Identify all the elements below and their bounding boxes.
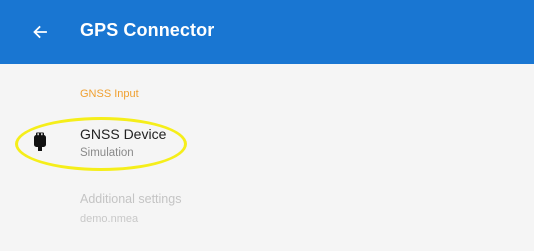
settings-content: GNSS Input GNSS Device Simulation Additi… <box>0 64 534 251</box>
additional-settings-summary: demo.nmea <box>80 213 139 225</box>
app-bar: GPS Connector <box>0 0 534 64</box>
gnss-device-summary: Simulation <box>80 147 134 159</box>
back-button[interactable] <box>26 18 54 46</box>
additional-settings-title: Additional settings <box>80 192 182 206</box>
additional-settings-preference: Additional settings demo.nmea <box>0 184 534 236</box>
gnss-device-icon <box>34 132 46 151</box>
section-header-gnss-input: GNSS Input <box>80 88 139 100</box>
gnss-device-preference[interactable]: GNSS Device Simulation <box>0 118 534 170</box>
arrow-back-icon <box>33 25 47 39</box>
page-title: GPS Connector <box>80 20 215 40</box>
gnss-device-title: GNSS Device <box>80 126 167 142</box>
